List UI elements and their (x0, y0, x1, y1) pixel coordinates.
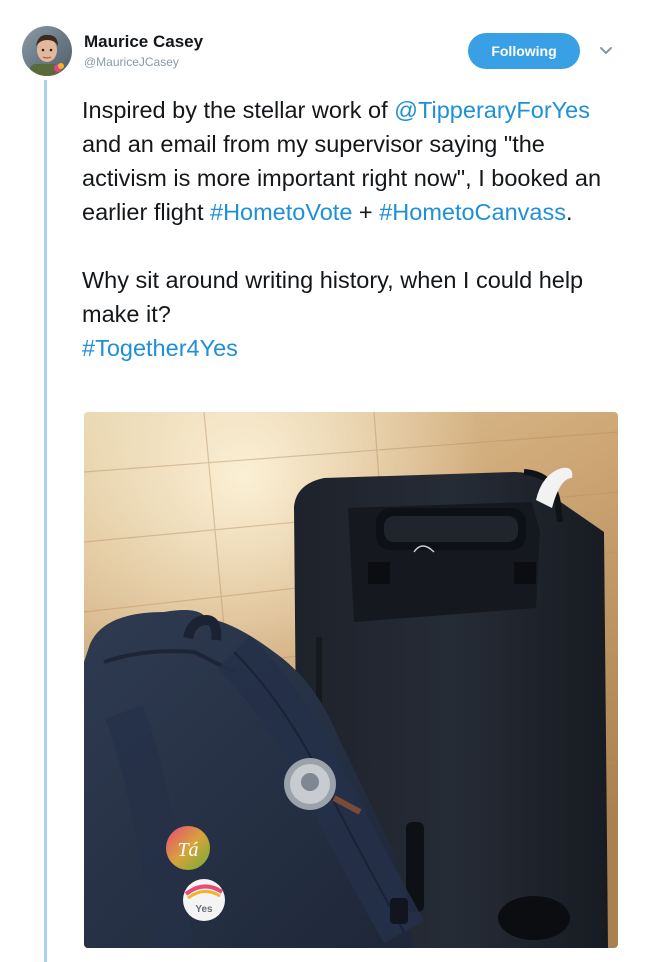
hashtag-link-hometovote[interactable]: #HometoVote (210, 199, 352, 225)
tweet-paragraph-2: Why sit around writing history, when I c… (82, 263, 627, 365)
tweet-text: Inspired by the stellar work of @Tippera… (82, 93, 627, 365)
badge-ta-text: Tá (177, 839, 198, 861)
thread-line (44, 80, 47, 962)
avatar[interactable] (22, 26, 72, 76)
tweet-text-segment: . (566, 199, 573, 225)
tweet-author[interactable]: Maurice Casey @MauriceJCasey (84, 32, 203, 70)
tweet-paragraph-1: Inspired by the stellar work of @Tippera… (82, 93, 627, 229)
hashtag-link-hometocanvass[interactable]: #HometoCanvass (379, 199, 566, 225)
author-name[interactable]: Maurice Casey (84, 32, 203, 52)
following-button[interactable]: Following (468, 33, 580, 69)
avatar-image (22, 26, 72, 76)
tweet-photo[interactable]: Tá Yes (84, 412, 618, 948)
author-handle[interactable]: @MauriceJCasey (84, 54, 203, 70)
badge-yes-text: Yes (195, 904, 213, 915)
chevron-down-icon[interactable] (597, 44, 615, 58)
photo-luggage: Tá Yes (84, 412, 618, 948)
tweet-text-segment: Why sit around writing history, when I c… (82, 267, 584, 327)
tweet-text-segment: Inspired by the stellar work of (82, 97, 395, 123)
hashtag-link-together4yes[interactable]: #Together4Yes (82, 335, 238, 361)
tweet-text-segment: + (352, 199, 380, 225)
mention-link[interactable]: @TipperaryForYes (394, 97, 590, 123)
